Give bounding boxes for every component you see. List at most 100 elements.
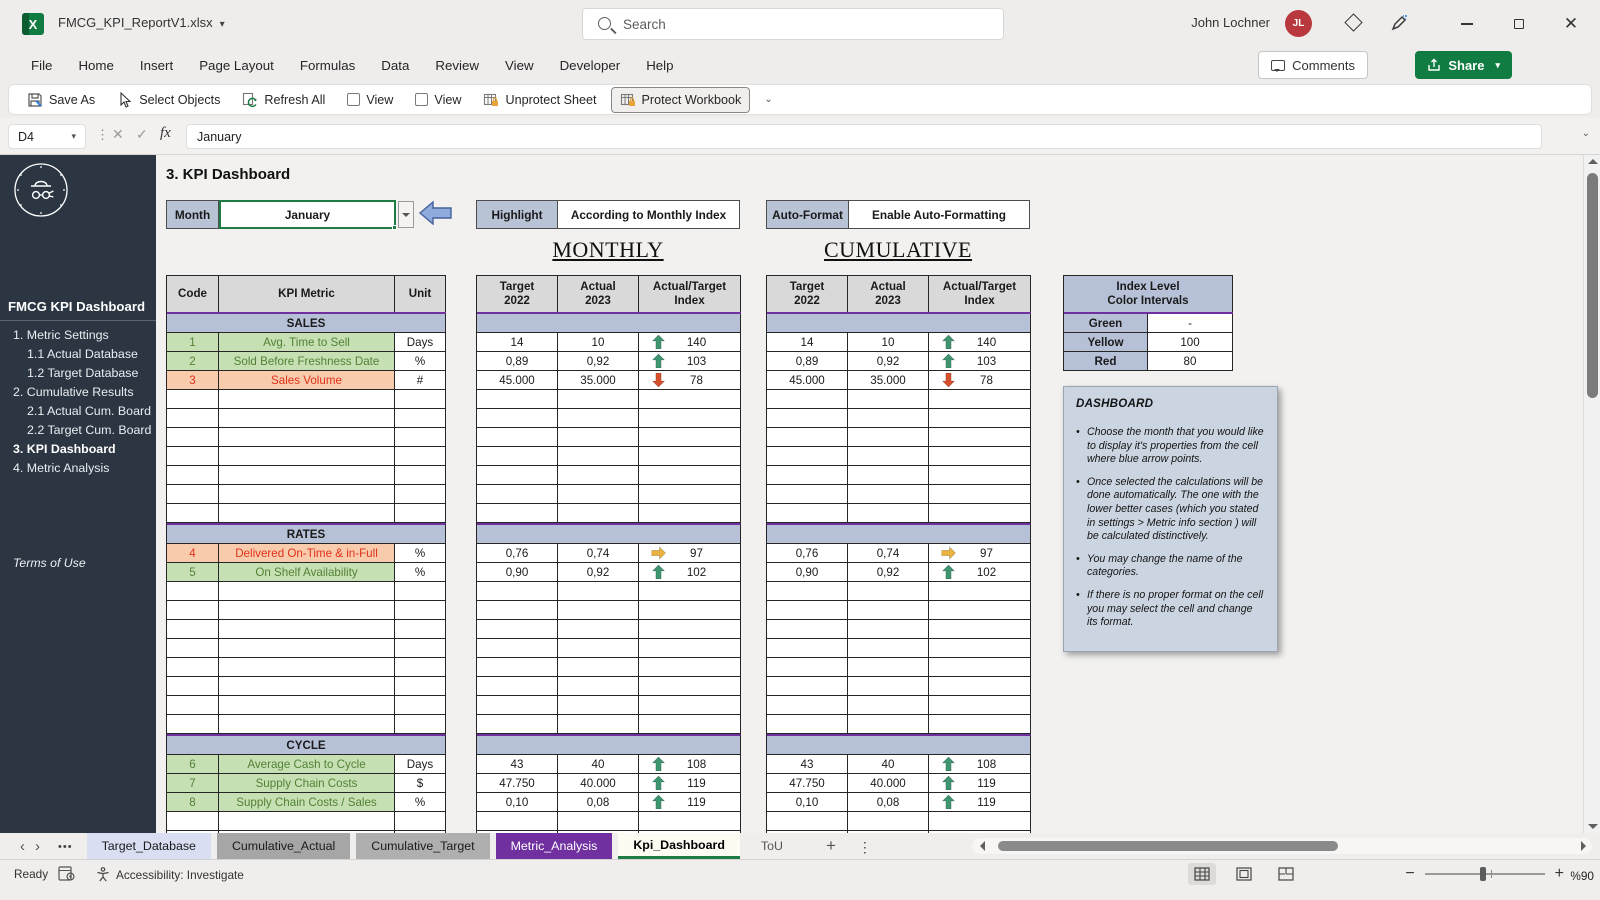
tab-page-layout[interactable]: Page Layout — [186, 52, 287, 79]
empty-cell[interactable] — [167, 677, 219, 695]
normal-view-button[interactable] — [1188, 863, 1216, 885]
target-cell[interactable]: 45.000 — [767, 371, 848, 389]
empty-cell[interactable] — [219, 677, 395, 695]
empty-cell[interactable] — [639, 582, 741, 600]
target-cell[interactable]: 0,90 — [767, 563, 848, 581]
empty-cell[interactable] — [558, 677, 639, 695]
empty-cell[interactable] — [219, 504, 395, 522]
scroll-up-arrow[interactable] — [1588, 159, 1598, 164]
code-cell[interactable]: 4 — [167, 544, 219, 562]
empty-cell[interactable] — [767, 658, 848, 676]
empty-cell[interactable] — [848, 466, 929, 484]
refresh-all-button[interactable]: Refresh All — [234, 88, 333, 112]
name-box[interactable]: D4▾ — [8, 124, 86, 149]
sidebar-item-cumulative-results[interactable]: 2. Cumulative Results — [0, 383, 156, 402]
empty-cell[interactable] — [639, 696, 741, 714]
tab-insert[interactable]: Insert — [127, 52, 186, 79]
empty-cell[interactable] — [219, 485, 395, 503]
empty-cell[interactable] — [848, 601, 929, 619]
unit-cell[interactable]: $ — [395, 774, 446, 792]
empty-cell[interactable] — [477, 677, 558, 695]
target-cell[interactable]: 43 — [477, 755, 558, 773]
code-cell[interactable]: 8 — [167, 793, 219, 811]
empty-cell[interactable] — [395, 582, 446, 600]
index-cell[interactable]: 97 — [929, 544, 1031, 562]
empty-cell[interactable] — [558, 485, 639, 503]
empty-cell[interactable] — [767, 390, 848, 408]
index-cell[interactable]: 108 — [639, 755, 741, 773]
zoom-in-button[interactable]: + — [1555, 865, 1564, 883]
empty-cell[interactable] — [395, 715, 446, 733]
month-value-cell[interactable]: January — [219, 200, 396, 229]
empty-cell[interactable] — [395, 409, 446, 427]
index-cell[interactable]: 108 — [929, 755, 1031, 773]
empty-cell[interactable] — [395, 658, 446, 676]
formula-input[interactable]: January — [186, 124, 1542, 149]
target-cell[interactable]: 47.750 — [477, 774, 558, 792]
view-checkbox-2[interactable]: View — [407, 89, 469, 111]
highlight-value-cell[interactable]: According to Monthly Index — [558, 201, 739, 228]
actual-cell[interactable]: 40 — [848, 755, 929, 773]
empty-cell[interactable] — [395, 466, 446, 484]
metric-cell[interactable]: Supply Chain Costs / Sales — [219, 793, 395, 811]
empty-cell[interactable] — [219, 715, 395, 733]
empty-cell[interactable] — [477, 504, 558, 522]
code-cell[interactable]: 7 — [167, 774, 219, 792]
empty-cell[interactable] — [639, 466, 741, 484]
scroll-down-arrow[interactable] — [1588, 824, 1598, 829]
empty-cell[interactable] — [848, 428, 929, 446]
actual-cell[interactable]: 10 — [558, 333, 639, 351]
metric-cell[interactable]: Average Cash to Cycle — [219, 755, 395, 773]
empty-cell[interactable] — [395, 620, 446, 638]
index-cell[interactable]: 78 — [929, 371, 1031, 389]
search-input[interactable]: Search — [582, 8, 1004, 40]
unit-cell[interactable]: % — [395, 563, 446, 581]
empty-cell[interactable] — [558, 447, 639, 465]
tab-formulas[interactable]: Formulas — [287, 52, 368, 79]
zoom-slider-handle[interactable] — [1480, 867, 1486, 881]
empty-cell[interactable] — [767, 715, 848, 733]
document-title[interactable]: FMCG_KPI_ReportV1.xlsx▾ — [58, 15, 225, 30]
empty-cell[interactable] — [477, 447, 558, 465]
empty-cell[interactable] — [929, 658, 1031, 676]
insert-function-icon[interactable]: fx — [160, 125, 171, 142]
empty-cell[interactable] — [477, 485, 558, 503]
empty-cell[interactable] — [219, 601, 395, 619]
zoom-slider[interactable] — [1425, 873, 1545, 875]
actual-cell[interactable]: 0,74 — [558, 544, 639, 562]
empty-cell[interactable] — [929, 447, 1031, 465]
empty-cell[interactable] — [767, 466, 848, 484]
comments-button[interactable]: Comments — [1258, 51, 1368, 79]
empty-cell[interactable] — [639, 390, 741, 408]
confirm-entry-icon[interactable]: ✓ — [136, 126, 148, 143]
unit-cell[interactable]: % — [395, 352, 446, 370]
next-sheet-arrow[interactable]: › — [35, 838, 50, 859]
empty-cell[interactable] — [929, 696, 1031, 714]
empty-cell[interactable] — [219, 620, 395, 638]
empty-cell[interactable] — [167, 466, 219, 484]
empty-cell[interactable] — [558, 390, 639, 408]
page-layout-view-button[interactable] — [1230, 863, 1258, 885]
empty-cell[interactable] — [639, 715, 741, 733]
empty-cell[interactable] — [477, 620, 558, 638]
empty-cell[interactable] — [395, 677, 446, 695]
empty-cell[interactable] — [767, 447, 848, 465]
index-cell[interactable]: 97 — [639, 544, 741, 562]
empty-cell[interactable] — [477, 390, 558, 408]
tab-review[interactable]: Review — [422, 52, 492, 79]
vertical-scroll-thumb[interactable] — [1587, 173, 1598, 398]
unprotect-sheet-button[interactable]: Unprotect Sheet — [475, 88, 604, 112]
empty-cell[interactable] — [477, 715, 558, 733]
tab-data[interactable]: Data — [368, 52, 422, 79]
actual-cell[interactable]: 0,92 — [558, 563, 639, 581]
code-cell[interactable]: 3 — [167, 371, 219, 389]
page-break-view-button[interactable] — [1272, 863, 1300, 885]
empty-cell[interactable] — [395, 812, 446, 830]
empty-cell[interactable] — [558, 504, 639, 522]
empty-cell[interactable] — [848, 658, 929, 676]
empty-cell[interactable] — [639, 620, 741, 638]
save-as-button[interactable]: Save As — [19, 88, 103, 112]
empty-cell[interactable] — [929, 715, 1031, 733]
empty-cell[interactable] — [395, 504, 446, 522]
empty-cell[interactable] — [639, 409, 741, 427]
